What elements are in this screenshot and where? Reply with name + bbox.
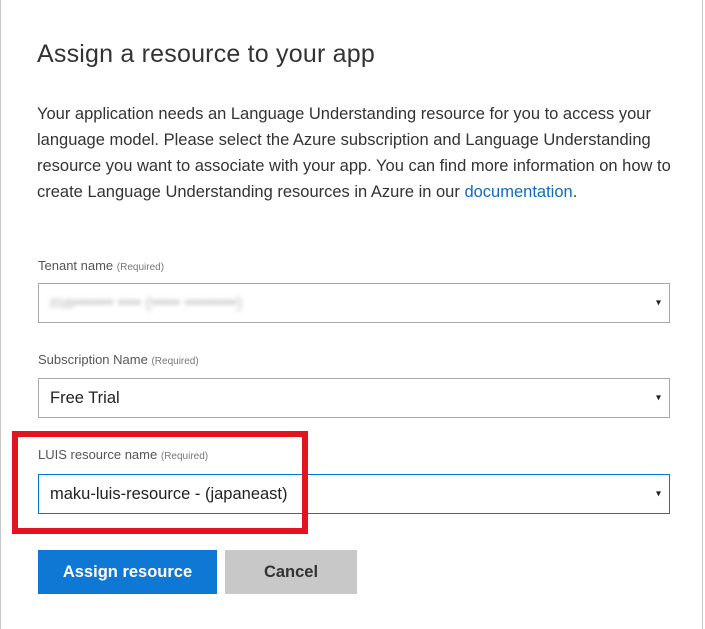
tenant-name-label: Tenant name (Required) [38,258,164,273]
assign-resource-dialog: Assign a resource to your app Your appli… [0,0,703,629]
tenant-name-value: ma••••••• •••• (••••• •••••••••) [50,293,243,312]
assign-resource-button[interactable]: Assign resource [38,550,217,594]
dialog-description: Your application needs an Language Under… [37,101,677,205]
chevron-down-icon: ▾ [655,392,661,404]
subscription-name-label: Subscription Name (Required) [38,352,199,367]
dialog-title: Assign a resource to your app [37,40,375,68]
luis-resource-name-select[interactable]: maku-luis-resource - (japaneast) ▾ [38,474,670,514]
subscription-required-tag: (Required) [151,356,199,367]
chevron-down-icon: ▾ [655,297,661,309]
luis-resource-name-value: maku-luis-resource - (japaneast) [50,484,288,503]
subscription-name-select[interactable]: Free Trial ▾ [38,378,670,418]
subscription-name-value: Free Trial [50,388,120,407]
description-end: . [572,183,578,201]
tenant-name-select[interactable]: ma••••••• •••• (••••• •••••••••) ▾ [38,283,670,323]
cancel-button[interactable]: Cancel [225,550,357,594]
tenant-required-tag: (Required) [116,262,165,273]
documentation-link[interactable]: documentation [464,183,572,201]
luis-resource-name-label: LUIS resource name (Required) [38,447,208,462]
luis-resource-label-text: LUIS resource name [38,447,158,462]
subscription-name-label-text: Subscription Name [38,352,148,367]
tenant-name-label-text: Tenant name [38,258,114,273]
chevron-down-icon: ▾ [655,488,661,500]
luis-resource-required-tag: (Required) [160,451,209,462]
